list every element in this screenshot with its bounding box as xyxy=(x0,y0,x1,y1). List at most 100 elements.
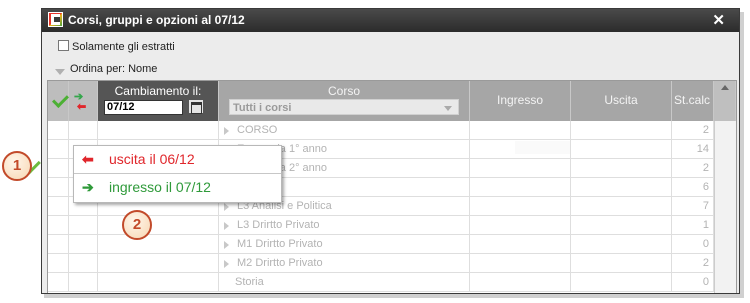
uscita-cell xyxy=(571,273,672,292)
row-check-cell[interactable] xyxy=(48,140,69,159)
ingresso-cell xyxy=(470,121,571,140)
row-change-cell xyxy=(98,216,219,235)
stcalc-cell: 14 xyxy=(672,140,714,159)
callout-marker-1: 1 xyxy=(2,151,32,181)
table-row[interactable]: CORSO 2 xyxy=(48,121,714,140)
row-check-cell[interactable] xyxy=(48,159,69,178)
only-extracted-label: Solamente gli estratti xyxy=(72,41,175,53)
stcalc-label: St.calc xyxy=(674,93,711,107)
callout-marker-2: 2 xyxy=(122,210,152,240)
course-name: M2 Drirtto Privato xyxy=(237,257,323,269)
header-ingresso[interactable]: Ingresso xyxy=(470,81,571,121)
window-title: Corsi, gruppi e opzioni al 07/12 xyxy=(68,13,245,27)
header-corso[interactable]: Corso Tutti i corsi xyxy=(219,81,470,121)
change-date-input[interactable]: 07/12 xyxy=(104,100,183,115)
row-change-cell xyxy=(98,273,219,292)
cambiamento-label: Cambiamento il: xyxy=(114,84,202,98)
header-arrows-column[interactable]: ➔ ⬅ xyxy=(69,81,98,121)
entry-arrow-icon: ➔ xyxy=(82,179,94,195)
ingresso-cell xyxy=(470,235,571,254)
uscita-cell xyxy=(571,178,672,197)
chevron-down-icon xyxy=(444,106,452,111)
row-arrow-cell xyxy=(69,254,98,273)
menu-item-ingresso[interactable]: ➔ ingresso il 07/12 xyxy=(74,174,281,201)
scroll-up-button[interactable] xyxy=(714,81,736,121)
ingresso-cell xyxy=(470,273,571,292)
stcalc-cell: 2 xyxy=(672,254,714,273)
only-extracted-option[interactable]: Solamente gli estratti xyxy=(58,40,175,53)
corso-label: Corso xyxy=(327,84,360,98)
check-icon xyxy=(52,91,69,108)
row-check-cell[interactable] xyxy=(48,121,69,140)
row-check-cell[interactable] xyxy=(48,178,69,197)
sort-triangle-icon xyxy=(55,69,65,75)
ingresso-highlight xyxy=(515,141,570,154)
header-uscita[interactable]: Uscita xyxy=(571,81,672,121)
row-arrow-cell xyxy=(69,216,98,235)
menu-item-uscita-label: uscita il 06/12 xyxy=(109,151,195,167)
expand-icon[interactable] xyxy=(224,127,229,135)
course-name-cell[interactable]: L3 Drirtto Privato xyxy=(219,216,470,235)
stcalc-cell: 2 xyxy=(672,159,714,178)
table-row[interactable]: M1 Drirtto Privato 0 xyxy=(48,235,714,254)
ingresso-cell xyxy=(470,197,571,216)
expand-icon[interactable] xyxy=(224,222,229,230)
close-icon[interactable]: ✕ xyxy=(712,11,725,29)
uscita-cell xyxy=(571,254,672,273)
course-name-cell[interactable]: CORSO xyxy=(219,121,470,140)
exit-arrow-icon: ⬅ xyxy=(77,101,87,113)
uscita-cell xyxy=(571,197,672,216)
uscita-label: Uscita xyxy=(604,93,638,107)
row-check-cell[interactable] xyxy=(48,273,69,292)
stcalc-cell: 1 xyxy=(672,216,714,235)
only-extracted-checkbox[interactable] xyxy=(58,40,69,51)
change-context-menu: ⬅ uscita il 06/12 ➔ ingresso il 07/12 xyxy=(73,145,282,203)
app-icon xyxy=(48,12,63,27)
stcalc-cell: 0 xyxy=(672,235,714,254)
menu-item-ingresso-label: ingresso il 07/12 xyxy=(109,179,211,195)
row-check-cell[interactable] xyxy=(48,254,69,273)
course-name: L3 Drirtto Privato xyxy=(237,219,320,231)
sort-label: Ordina per: Nome xyxy=(70,63,158,75)
stcalc-cell: 0 xyxy=(672,273,714,292)
uscita-cell xyxy=(571,159,672,178)
row-change-cell xyxy=(98,254,219,273)
stcalc-cell: 6 xyxy=(672,178,714,197)
exit-arrow-icon: ⬅ xyxy=(82,151,94,167)
ingresso-cell xyxy=(470,254,571,273)
course-name-cell[interactable]: Storia xyxy=(219,273,470,292)
expand-icon[interactable] xyxy=(224,260,229,268)
stcalc-cell: 7 xyxy=(672,197,714,216)
vertical-scrollbar[interactable] xyxy=(714,121,736,293)
row-check-cell[interactable] xyxy=(48,235,69,254)
course-name: Storia xyxy=(235,276,264,288)
course-name-cell[interactable]: M2 Drirtto Privato xyxy=(219,254,470,273)
stcalc-cell: 2 xyxy=(672,121,714,140)
uscita-cell xyxy=(571,121,672,140)
row-check-cell[interactable] xyxy=(48,216,69,235)
course-filter-value: Tutti i corsi xyxy=(233,102,292,114)
header-check-column[interactable] xyxy=(48,81,69,121)
course-name: M1 Drirtto Privato xyxy=(237,238,323,250)
table-row[interactable]: M2 Drirtto Privato 2 xyxy=(48,254,714,273)
row-change-cell xyxy=(98,121,219,140)
course-name-cell[interactable]: M1 Drirtto Privato xyxy=(219,235,470,254)
course-filter-select[interactable]: Tutti i corsi xyxy=(229,99,459,115)
header-cambiamento: Cambiamento il: 07/12 xyxy=(98,81,219,121)
sort-control[interactable]: Ordina per: Nome xyxy=(55,63,157,75)
course-name: CORSO xyxy=(237,124,278,136)
header-stcalc[interactable]: St.calc xyxy=(672,81,714,121)
calendar-icon[interactable] xyxy=(188,99,204,114)
uscita-cell xyxy=(571,216,672,235)
uscita-cell xyxy=(571,235,672,254)
row-arrow-cell xyxy=(69,273,98,292)
ingresso-cell xyxy=(470,178,571,197)
uscita-cell xyxy=(571,140,672,159)
scroll-up-icon xyxy=(721,85,729,90)
expand-icon[interactable] xyxy=(224,203,229,211)
expand-icon[interactable] xyxy=(224,241,229,249)
table-row[interactable]: Storia 0 xyxy=(48,273,714,292)
row-arrow-cell xyxy=(69,121,98,140)
menu-item-uscita[interactable]: ⬅ uscita il 06/12 xyxy=(74,146,281,174)
row-check-cell[interactable] xyxy=(48,197,69,216)
